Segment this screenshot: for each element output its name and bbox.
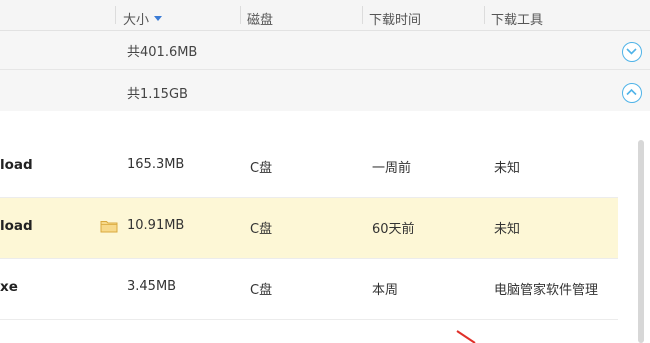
file-size: 165.3MB (127, 157, 185, 172)
column-divider (115, 6, 116, 24)
table-row[interactable]: xe 3.45MB C盘 本周 电脑管家软件管理 (0, 259, 618, 320)
chevron-up-icon (626, 88, 637, 96)
chevron-down-icon (626, 48, 637, 55)
column-header-size[interactable]: 大小 (123, 9, 163, 28)
group-total-size: 共401.6MB (127, 45, 198, 60)
file-name: xe (0, 279, 18, 295)
sort-desc-icon (154, 16, 163, 21)
column-header-tool[interactable]: 下载工具 (491, 9, 543, 28)
file-download-time: 本周 (372, 283, 399, 298)
column-header-disk[interactable]: 磁盘 (247, 9, 273, 28)
column-header-time[interactable]: 下载时间 (369, 9, 421, 28)
vertical-scrollbar[interactable] (638, 140, 644, 343)
file-download-tool: 未知 (494, 222, 521, 237)
file-disk: C盘 (250, 283, 273, 298)
group-total-size: 共1.15GB (127, 87, 188, 102)
column-header-disk-label: 磁盘 (247, 13, 274, 28)
column-divider (240, 6, 241, 24)
file-size: 3.45MB (127, 279, 177, 294)
red-annotation-arrow (456, 330, 476, 343)
group-row[interactable]: 共1.15GB (0, 70, 650, 112)
expand-toggle-button[interactable] (622, 42, 642, 62)
file-download-tool: 未知 (494, 161, 521, 176)
file-name: load (0, 157, 33, 173)
column-header-size-label: 大小 (123, 13, 150, 28)
column-header-tool-label: 下载工具 (491, 13, 544, 28)
file-disk: C盘 (250, 161, 273, 176)
column-header-time-label: 下载时间 (369, 13, 422, 28)
table-row[interactable]: load 10.91MB C盘 60天前 未知 (0, 198, 618, 259)
file-name: load (0, 218, 33, 234)
table-header: 大小 磁盘 下载时间 下载工具 (0, 0, 650, 31)
collapse-toggle-button[interactable] (622, 83, 642, 103)
folder-icon[interactable] (100, 219, 118, 233)
file-download-tool: 电脑管家软件管理 (494, 283, 599, 298)
column-divider (362, 6, 363, 24)
group-row[interactable]: 共401.6MB (0, 31, 650, 70)
column-divider (484, 6, 485, 24)
table-row[interactable]: load 165.3MB C盘 一周前 未知 (0, 137, 618, 198)
file-download-time: 60天前 (372, 222, 415, 237)
group-spacer (0, 111, 650, 137)
file-download-time: 一周前 (372, 161, 412, 176)
file-disk: C盘 (250, 222, 273, 237)
file-size: 10.91MB (127, 218, 185, 233)
